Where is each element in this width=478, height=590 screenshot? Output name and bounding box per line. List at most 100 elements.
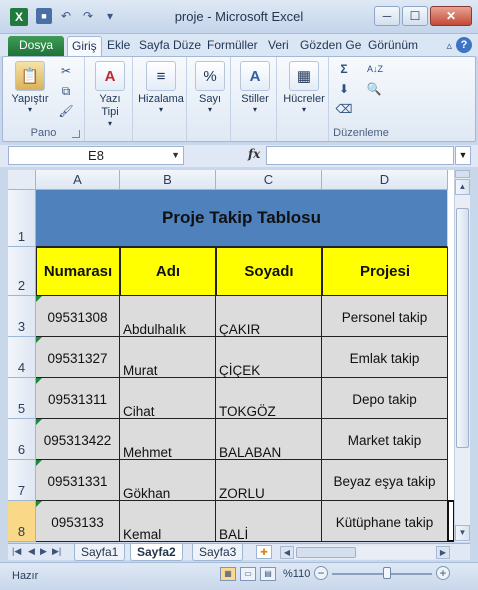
last-sheet-icon[interactable]: ▶|: [52, 546, 61, 557]
select-all-corner[interactable]: [8, 170, 36, 190]
split-box[interactable]: [455, 170, 470, 178]
group-font[interactable]: A Yazı Tipi ▾: [87, 57, 133, 141]
row-header-5[interactable]: 5: [8, 378, 36, 419]
cell-number[interactable]: 09531327: [36, 337, 120, 378]
clear-icon[interactable]: ⌫: [335, 101, 353, 117]
scroll-up-icon[interactable]: ▲: [455, 179, 470, 195]
cell-name[interactable]: Cihat: [120, 378, 216, 419]
cell-name[interactable]: Mehmet: [120, 419, 216, 460]
paste-button[interactable]: 📋 Yapıştır ▾: [7, 61, 53, 114]
clipboard-launcher-icon[interactable]: [72, 130, 80, 138]
cell-project[interactable]: Personel takip: [322, 296, 448, 337]
cell-number[interactable]: 09531308: [36, 296, 120, 337]
row-header-1[interactable]: 1: [8, 190, 36, 247]
autosum-icon[interactable]: Σ: [335, 61, 353, 77]
header-cell-project[interactable]: Projesi: [322, 247, 448, 296]
cell-surname[interactable]: ÇAKIR: [216, 296, 322, 337]
cell-name[interactable]: Gökhan: [120, 460, 216, 501]
zoom-level[interactable]: %110: [283, 568, 310, 580]
cell-number[interactable]: 095313422: [36, 419, 120, 460]
tab-home[interactable]: Giriş: [67, 36, 102, 56]
prev-sheet-icon[interactable]: ◀: [28, 546, 35, 557]
selected-cell-e8[interactable]: [447, 500, 454, 542]
tab-view[interactable]: Görünüm: [364, 36, 422, 56]
cell-number[interactable]: 0953133: [36, 501, 120, 542]
cell-name[interactable]: Abdulhalık: [120, 296, 216, 337]
page-layout-view-icon[interactable]: ▭: [240, 567, 256, 581]
column-header-a[interactable]: A: [36, 170, 120, 190]
first-sheet-icon[interactable]: |◀: [12, 546, 21, 557]
cell-name[interactable]: Murat: [120, 337, 216, 378]
page-break-view-icon[interactable]: ▤: [260, 567, 276, 581]
cell-number[interactable]: 09531311: [36, 378, 120, 419]
zoom-slider-thumb[interactable]: [383, 567, 391, 579]
sort-filter-icon[interactable]: A↓Z: [363, 61, 387, 77]
column-header-c[interactable]: C: [216, 170, 322, 190]
row-header-8[interactable]: 8: [8, 501, 36, 542]
sheet-tab-sayfa2[interactable]: Sayfa2: [130, 544, 183, 561]
row-header-2[interactable]: 2: [8, 247, 36, 296]
cell-surname[interactable]: BALİ: [216, 501, 322, 542]
row-header-7[interactable]: 7: [8, 460, 36, 501]
row-header-3[interactable]: 3: [8, 296, 36, 337]
column-header-b[interactable]: B: [120, 170, 216, 190]
sheet-tab-sayfa1[interactable]: Sayfa1: [74, 544, 126, 561]
sheet-tab-sayfa3[interactable]: Sayfa3: [192, 544, 244, 561]
cell-name[interactable]: Kemal: [120, 501, 216, 542]
minimize-ribbon-icon[interactable]: ▵: [446, 39, 452, 52]
cell-number[interactable]: 09531331: [36, 460, 120, 501]
cut-icon[interactable]: ✂: [57, 63, 75, 79]
cell-project[interactable]: Emlak takip: [322, 337, 448, 378]
insert-function-icon[interactable]: fx: [248, 147, 260, 161]
paste-dropdown-icon[interactable]: ▾: [7, 105, 53, 114]
table-title-cell[interactable]: Proje Takip Tablosu: [36, 190, 448, 247]
tab-data[interactable]: Veri: [264, 36, 293, 56]
normal-view-icon[interactable]: ▦: [220, 567, 236, 581]
column-header-d[interactable]: D: [322, 170, 448, 190]
cell-project[interactable]: Market takip: [322, 419, 448, 460]
fill-icon[interactable]: ⬇: [335, 81, 353, 97]
cell-surname[interactable]: ZORLU: [216, 460, 322, 501]
vertical-scrollbar[interactable]: ▲ ▼: [454, 170, 470, 542]
row-header-6[interactable]: 6: [8, 419, 36, 460]
scroll-down-icon[interactable]: ▼: [455, 525, 470, 541]
tab-review[interactable]: Gözden Ge: [296, 36, 365, 56]
group-alignment[interactable]: ≡ Hizalama ▾: [135, 57, 187, 141]
vertical-scroll-thumb[interactable]: [456, 208, 469, 448]
formula-input[interactable]: [266, 146, 454, 165]
name-box-dropdown-icon[interactable]: ▼: [171, 147, 180, 164]
tab-insert[interactable]: Ekle: [103, 36, 134, 56]
help-icon[interactable]: ?: [456, 37, 472, 53]
header-cell-name[interactable]: Adı: [120, 247, 216, 296]
row-header-4[interactable]: 4: [8, 337, 36, 378]
close-button[interactable]: ✕: [430, 6, 472, 26]
cell-surname[interactable]: ÇİÇEK: [216, 337, 322, 378]
horizontal-scrollbar[interactable]: ◀ ▶: [280, 546, 450, 559]
copy-icon[interactable]: ⧉: [57, 83, 75, 99]
next-sheet-icon[interactable]: ▶: [40, 546, 47, 557]
minimize-button[interactable]: ─: [374, 6, 400, 26]
scroll-right-icon[interactable]: ▶: [436, 546, 450, 559]
cell-surname[interactable]: TOKGÖZ: [216, 378, 322, 419]
scroll-left-icon[interactable]: ◀: [280, 546, 294, 559]
cell-surname[interactable]: BALABAN: [216, 419, 322, 460]
group-number[interactable]: % Sayı ▾: [189, 57, 231, 141]
format-painter-icon[interactable]: 🖌: [57, 103, 75, 119]
header-cell-surname[interactable]: Soyadı: [216, 247, 322, 296]
tab-page-layout[interactable]: Sayfa Düze: [135, 36, 205, 56]
maximize-button[interactable]: ☐: [402, 6, 428, 26]
cell-project[interactable]: Depo takip: [322, 378, 448, 419]
expand-formula-bar-icon[interactable]: ▼: [455, 146, 471, 165]
name-box[interactable]: E8 ▼: [8, 146, 184, 165]
zoom-in-icon[interactable]: +: [436, 566, 450, 580]
tab-formulas[interactable]: Formüller: [203, 36, 262, 56]
zoom-slider-track[interactable]: [332, 573, 432, 575]
tab-file[interactable]: Dosya: [8, 36, 64, 56]
horizontal-scroll-thumb[interactable]: [296, 547, 356, 558]
group-cells[interactable]: ▦ Hücreler ▾: [279, 57, 329, 141]
zoom-out-icon[interactable]: −: [314, 566, 328, 580]
header-cell-number[interactable]: Numarası: [36, 247, 120, 296]
cell-project[interactable]: Kütüphane takip: [322, 501, 448, 542]
find-select-icon[interactable]: 🔍: [365, 81, 383, 97]
insert-sheet-icon[interactable]: ✚: [256, 545, 272, 559]
